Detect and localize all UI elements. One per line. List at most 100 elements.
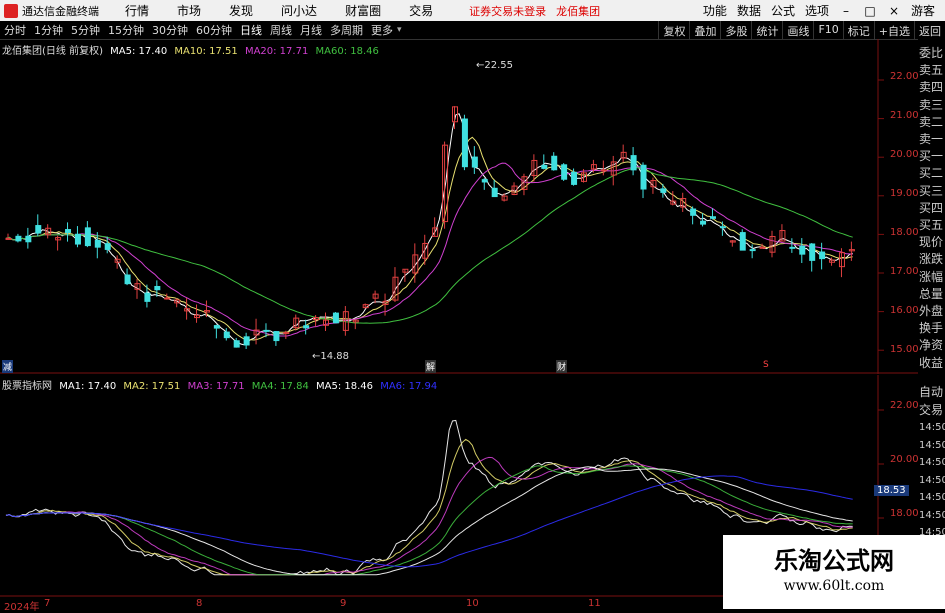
candle-body bbox=[461, 118, 468, 168]
candle-body bbox=[283, 332, 290, 335]
candlestick-chart[interactable] bbox=[0, 39, 918, 374]
menu-bar: 通达信金融终端 行情 市场 发现 问小达 财富圈 交易 证券交易未登录 龙佰集团… bbox=[0, 0, 945, 21]
candle-body bbox=[640, 164, 647, 190]
candle-body bbox=[561, 164, 568, 180]
candle-body bbox=[819, 251, 826, 260]
candle-body bbox=[700, 220, 707, 225]
more-dropdown-icon[interactable]: ▾ bbox=[397, 25, 402, 35]
tab-1min[interactable]: 1分钟 bbox=[30, 22, 67, 38]
menu-item-quotes[interactable]: 行情 bbox=[125, 2, 149, 19]
candle-body bbox=[630, 155, 637, 171]
tab-5min[interactable]: 5分钟 bbox=[67, 22, 104, 38]
candle-body bbox=[471, 156, 478, 168]
btn-add-watchlist[interactable]: +自选 bbox=[873, 21, 914, 39]
menu-item-wealth[interactable]: 财富圈 bbox=[345, 2, 381, 19]
side-label-0: 委比 bbox=[919, 46, 944, 60]
menu-item-trade[interactable]: 交易 bbox=[409, 2, 433, 19]
candle-body bbox=[263, 329, 270, 332]
x-axis-year: 2024年 bbox=[4, 602, 40, 613]
side-label-11: 现价 bbox=[919, 235, 944, 250]
event-marker-right[interactable]: S bbox=[763, 360, 769, 370]
candle-body bbox=[104, 243, 111, 250]
side-label-15: 外盘 bbox=[919, 304, 944, 318]
tab-daily[interactable]: 日线 bbox=[236, 22, 266, 38]
candle-body bbox=[213, 325, 220, 329]
watermark-title: 乐淘公式网 bbox=[774, 546, 894, 575]
app-title: 通达信金融终端 bbox=[22, 4, 99, 18]
side-label-6: 买一 bbox=[919, 149, 944, 164]
close-icon[interactable]: × bbox=[887, 4, 901, 18]
high-price-label: ←22.55 bbox=[476, 60, 514, 71]
low-price-label: ←14.88 bbox=[312, 351, 350, 362]
side-label-14: 总量 bbox=[919, 286, 944, 301]
candle-body bbox=[154, 285, 161, 291]
event-marker-left[interactable]: 减 bbox=[2, 360, 14, 373]
menu-news[interactable]: 数据 bbox=[737, 2, 761, 19]
candle-body bbox=[35, 225, 42, 234]
candle-body bbox=[65, 229, 72, 233]
side-label-2: 卖四 bbox=[919, 80, 944, 95]
tab-multi-period[interactable]: 多周期 bbox=[326, 22, 367, 38]
guest-label[interactable]: 游客 bbox=[911, 2, 935, 19]
btn-multi-stock[interactable]: 多股 bbox=[720, 21, 751, 39]
side-label-3: 卖三 bbox=[919, 97, 944, 112]
candle-body bbox=[551, 155, 558, 171]
candle-body bbox=[303, 325, 310, 329]
menu-function[interactable]: 功能 bbox=[703, 2, 727, 19]
side-label-1: 卖五 bbox=[919, 63, 944, 78]
side-sub-label-3: 14:50 bbox=[919, 439, 945, 451]
candle-body bbox=[94, 239, 101, 248]
candle-body bbox=[759, 246, 766, 249]
candle-body bbox=[541, 164, 548, 169]
candle-body bbox=[84, 227, 91, 247]
ma-line-60 bbox=[5, 167, 853, 324]
side-sub-label-1: 交易 bbox=[919, 402, 944, 417]
event-marker-finance[interactable]: 财 bbox=[556, 360, 568, 373]
tab-15min[interactable]: 15分钟 bbox=[104, 22, 148, 38]
x-axis-month-7: 7 bbox=[44, 598, 51, 609]
tab-intraday[interactable]: 分时 bbox=[0, 22, 30, 38]
menu-options[interactable]: 选项 bbox=[805, 2, 829, 19]
menu-formula[interactable]: 公式 bbox=[771, 2, 795, 19]
ma-line-10 bbox=[5, 136, 853, 341]
side-label-12: 涨跌 bbox=[919, 252, 944, 267]
candle-body bbox=[74, 233, 81, 245]
login-warning[interactable]: 证券交易未登录 bbox=[469, 3, 546, 19]
indicator-current-value: 18.53 bbox=[874, 485, 909, 496]
candle-body bbox=[809, 243, 816, 261]
side-sub-label-7: 14:50 bbox=[919, 509, 945, 521]
candle-body bbox=[491, 187, 498, 198]
btn-overlay[interactable]: 叠加 bbox=[689, 21, 720, 39]
candle-body bbox=[144, 292, 151, 302]
tab-more[interactable]: 更多 bbox=[367, 22, 397, 38]
btn-back[interactable]: 返回 bbox=[914, 21, 945, 39]
candle-body bbox=[223, 331, 230, 339]
menu-item-ask[interactable]: 问小达 bbox=[281, 2, 317, 19]
btn-adjust[interactable]: 复权 bbox=[658, 21, 689, 39]
side-label-9: 买四 bbox=[919, 200, 944, 215]
tab-monthly[interactable]: 月线 bbox=[296, 22, 326, 38]
side-label-17: 净资 bbox=[919, 338, 944, 353]
btn-draw[interactable]: 画线 bbox=[782, 21, 813, 39]
btn-f10[interactable]: F10 bbox=[813, 21, 842, 39]
menu-item-discover[interactable]: 发现 bbox=[229, 2, 253, 19]
event-marker-unlock[interactable]: 解 bbox=[425, 360, 437, 373]
side-sub-label-2: 14:50 bbox=[919, 422, 945, 433]
btn-mark[interactable]: 标记 bbox=[842, 21, 874, 39]
app-logo-icon bbox=[4, 3, 18, 18]
candle-body bbox=[164, 297, 171, 300]
candle-body bbox=[25, 235, 32, 243]
candle-body bbox=[660, 188, 667, 193]
tab-60min[interactable]: 60分钟 bbox=[192, 22, 236, 38]
minimize-icon[interactable]: – bbox=[839, 4, 853, 18]
watermark-url: www.60lt.com bbox=[783, 578, 885, 594]
btn-stats[interactable]: 统计 bbox=[751, 21, 782, 39]
maximize-icon[interactable]: □ bbox=[863, 4, 877, 18]
side-label-13: 涨幅 bbox=[919, 269, 944, 284]
candle-body bbox=[600, 169, 607, 172]
x-axis-month-9: 9 bbox=[340, 598, 347, 609]
tab-weekly[interactable]: 周线 bbox=[266, 22, 296, 38]
tab-30min[interactable]: 30分钟 bbox=[148, 22, 192, 38]
menu-item-market[interactable]: 市场 bbox=[177, 2, 201, 19]
ma-line-20 bbox=[5, 162, 853, 337]
